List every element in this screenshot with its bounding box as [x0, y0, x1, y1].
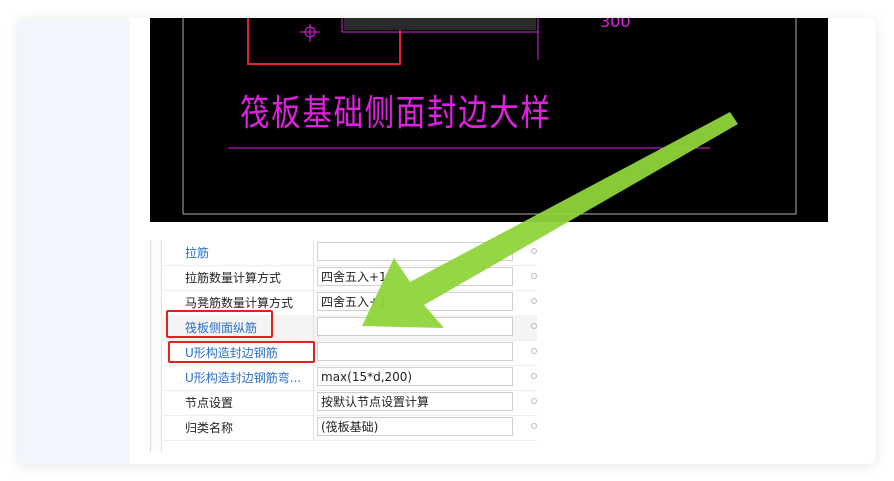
property-name: 拉筋数量计算方式	[185, 271, 282, 285]
column-divider	[313, 365, 314, 390]
column-divider	[313, 415, 314, 440]
expand-icon[interactable]	[531, 298, 537, 304]
property-value[interactable]: 按默认节点设置计算	[317, 392, 513, 411]
cad-concrete-hatch	[344, 18, 536, 30]
column-divider	[313, 240, 314, 265]
expand-icon[interactable]	[531, 373, 537, 379]
property-row[interactable]: 归类名称 (筏板基础)	[161, 415, 537, 441]
property-row[interactable]: 节点设置 按默认节点设置计算	[161, 390, 537, 416]
property-row[interactable]: 拉筋	[161, 240, 537, 266]
property-value[interactable]	[317, 317, 513, 336]
property-name: 归类名称	[185, 421, 234, 435]
property-name: 马凳筋数量计算方式	[185, 296, 294, 310]
highlight-box-u-rebar	[168, 341, 315, 363]
property-value[interactable]: max(15*d,200)	[317, 367, 513, 386]
column-divider	[313, 390, 314, 415]
property-value[interactable]	[317, 342, 513, 361]
expand-icon[interactable]	[531, 398, 537, 404]
expand-icon[interactable]	[531, 423, 537, 429]
cad-drawing: 筏板基础侧面封边大样 300	[150, 18, 828, 222]
property-name: U形构造封边钢筋弯...	[185, 371, 302, 385]
property-name: 节点设置	[185, 396, 234, 410]
expand-icon[interactable]	[531, 248, 537, 254]
property-value[interactable]	[317, 242, 513, 261]
content-card: 筏板基础侧面封边大样 300 拉筋 拉筋数量计算方式 四舍五入+1 马凳筋数量计…	[18, 18, 876, 464]
property-value[interactable]: (筏板基础)	[317, 417, 513, 436]
expand-icon[interactable]	[531, 273, 537, 279]
property-row[interactable]: U形构造封边钢筋弯... max(15*d,200)	[161, 365, 537, 391]
left-strip	[18, 18, 130, 464]
property-value[interactable]: 四舍五入+1	[317, 267, 513, 286]
expand-icon[interactable]	[531, 323, 537, 329]
property-name: 拉筋	[185, 246, 210, 260]
property-value[interactable]: 四舍五入+1	[317, 292, 513, 311]
column-divider	[313, 265, 314, 290]
drawing-title: 筏板基础侧面封边大样	[240, 93, 552, 134]
property-row[interactable]: 拉筋数量计算方式 四舍五入+1	[161, 265, 537, 291]
column-divider	[313, 290, 314, 315]
expand-icon[interactable]	[531, 348, 537, 354]
column-divider	[313, 315, 314, 340]
dimension-text: 300	[600, 18, 631, 31]
highlight-box-side-rebar	[166, 310, 273, 338]
